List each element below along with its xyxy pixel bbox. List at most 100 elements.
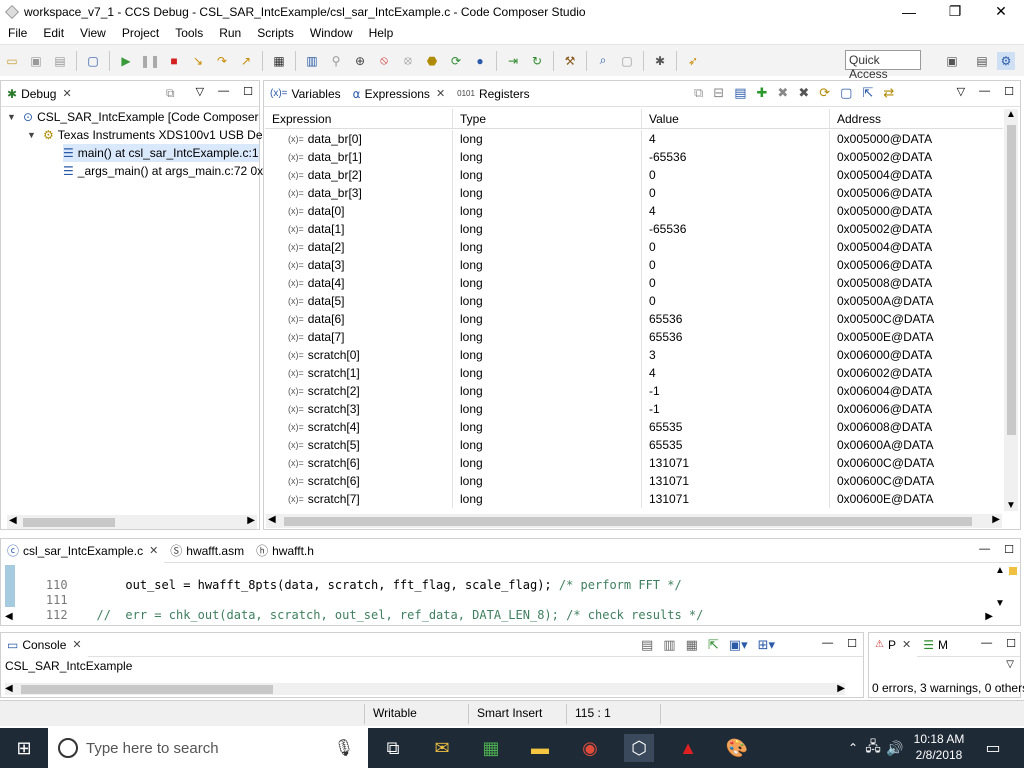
table-row[interactable]: (x)= scratch[2] long -1 0x006004@DATA [265,382,1003,400]
cell-type[interactable]: long [453,436,642,454]
cell-type[interactable]: long [453,454,642,472]
cell-type[interactable]: long [453,490,642,508]
cell-type[interactable]: long [453,472,642,490]
table-row[interactable]: (x)= data[7] long 65536 0x00500E@DATA [265,328,1003,346]
add-expression-icon[interactable]: ✚ [757,85,768,101]
cell-address[interactable]: 0x00600C@DATA [830,472,1003,490]
mail-icon[interactable]: ✉ [427,734,457,762]
cell-type[interactable]: long [453,382,642,400]
save-icon[interactable]: ▣ [27,52,45,70]
reload-icon[interactable]: ⟳ [447,52,465,70]
pin-console-icon[interactable]: ⇱ [708,637,719,653]
step-over-icon[interactable]: ↷ [213,52,231,70]
maximize-icon[interactable]: ☐ [1006,637,1016,650]
cell-type[interactable]: long [453,400,642,418]
tab-variables[interactable]: (x)= Variables [264,82,347,106]
memory-icon[interactable]: ▦ [270,52,288,70]
cell-type[interactable]: long [453,310,642,328]
cell-type[interactable]: long [453,274,642,292]
cell-type[interactable]: long [453,256,642,274]
cell-type[interactable]: long [453,292,642,310]
cell-value[interactable]: 0 [642,238,830,256]
table-row[interactable]: (x)= scratch[0] long 3 0x006000@DATA [265,346,1003,364]
tree-item-target[interactable]: ▼ ⚙ Texas Instruments XDS100v1 USB Deb [27,126,269,144]
sync-icon[interactable]: ⇄ [883,85,894,101]
cell-value[interactable]: 131071 [642,472,830,490]
notification-icon[interactable]: ▭ [978,734,1008,762]
table-row[interactable]: (x)= data[0] long 4 0x005000@DATA [265,202,1003,220]
terminate-icon[interactable]: ■ [165,52,183,70]
cell-address[interactable]: 0x006000@DATA [830,346,1003,364]
new-icon[interactable]: ▭ [3,52,21,70]
cell-type[interactable]: long [453,166,642,184]
cell-value[interactable]: 0 [642,292,830,310]
menu-edit[interactable]: Edit [35,26,72,40]
cell-address[interactable]: 0x005006@DATA [830,256,1003,274]
tab-csl-sar-file[interactable]: ⓒ csl_sar_IntcExample.c ✕ [1,538,165,563]
horizontal-scrollbar[interactable]: ◀ ▶ [5,611,993,623]
tab-hwafft-h[interactable]: ⓗ hwafft.h [250,539,320,563]
cell-value[interactable]: 131071 [642,454,830,472]
close-icon[interactable]: ✕ [149,544,158,557]
cell-expression[interactable]: (x)= data[5] [265,292,453,310]
collapse-arrow-icon[interactable]: ▼ [27,130,37,140]
cell-expression[interactable]: (x)= scratch[1] [265,364,453,382]
cell-expression[interactable]: (x)= data_br[1] [265,148,453,166]
volume-icon[interactable]: 🔊 [880,734,910,762]
cell-type[interactable]: long [453,346,642,364]
cell-address[interactable]: 0x005004@DATA [830,166,1003,184]
disconnect-icon[interactable]: ⚲ [327,52,345,70]
cell-expression[interactable]: (x)= data[7] [265,328,453,346]
view-menu-icon[interactable]: ▽ [196,85,204,98]
cell-address[interactable]: 0x005004@DATA [830,238,1003,256]
cell-address[interactable]: 0x00600E@DATA [830,490,1003,508]
cell-address[interactable]: 0x00500C@DATA [830,310,1003,328]
tab-console[interactable]: ▭ Console ✕ [1,632,88,657]
minimize-icon[interactable]: — [981,637,992,650]
column-header-address[interactable]: Address [830,109,1003,128]
cell-address[interactable]: 0x006002@DATA [830,364,1003,382]
tab-expressions[interactable]: ⍺ Expressions ✕ [346,81,452,106]
cell-address[interactable]: 0x005000@DATA [830,130,1003,148]
view-menu-icon[interactable]: ▽ [957,85,965,98]
table-row[interactable]: (x)= scratch[5] long 65535 0x00600A@DATA [265,436,1003,454]
cell-value[interactable]: 131071 [642,490,830,508]
collapse-arrow-icon[interactable]: ▼ [7,112,17,122]
close-icon[interactable]: ✕ [436,87,445,100]
breakpoint-icon[interactable]: ⦸ [375,52,393,70]
new-icon[interactable]: ▢ [840,85,852,101]
view-icon[interactable]: ▢ [618,52,636,70]
windows-start-icon[interactable]: ⊞ [9,734,39,762]
cell-type[interactable]: long [453,184,642,202]
show-type-icon[interactable]: ⧉ [694,85,703,101]
layout-icon[interactable]: ▤ [734,85,746,101]
close-icon[interactable]: ✕ [902,638,911,651]
table-row[interactable]: (x)= scratch[1] long 4 0x006002@DATA [265,364,1003,382]
cell-value[interactable]: -1 [642,400,830,418]
table-row[interactable]: (x)= scratch[6] long 131071 0x00600C@DATA [265,454,1003,472]
scroll-lock-icon[interactable]: ▥ [663,637,675,653]
tab-registers[interactable]: 0101 Registers [451,82,535,106]
launch-icon[interactable]: ➶ [684,52,702,70]
menu-help[interactable]: Help [361,26,402,40]
table-row[interactable]: (x)= data[1] long -65536 0x005002@DATA [265,220,1003,238]
reset-icon[interactable]: ● [471,52,489,70]
table-row[interactable]: (x)= scratch[3] long -1 0x006006@DATA [265,400,1003,418]
cell-address[interactable]: 0x005002@DATA [830,220,1003,238]
table-row[interactable]: (x)= data_br[1] long -65536 0x005002@DATA [265,148,1003,166]
step-return-icon[interactable]: ↗ [237,52,255,70]
cell-value[interactable]: 3 [642,346,830,364]
maximize-icon[interactable]: ☐ [243,85,253,98]
ccs-debug-perspective-icon[interactable]: ⚙ [997,52,1015,70]
column-header-type[interactable]: Type [453,109,642,128]
collapse-all-icon[interactable]: ⊟ [713,85,724,101]
close-button[interactable]: ✕ [978,0,1024,23]
table-row[interactable]: (x)= data[5] long 0 0x00500A@DATA [265,292,1003,310]
suspend-icon[interactable]: ❚❚ [140,52,160,70]
horizontal-scrollbar[interactable]: ◀ ▶ [266,514,1002,528]
cell-type[interactable]: long [453,418,642,436]
cell-expression[interactable]: (x)= scratch[2] [265,382,453,400]
menu-view[interactable]: View [72,26,114,40]
tree-item-frame-main[interactable]: ☰ main() at csl_sar_IntcExample.c:1 [63,144,259,162]
save-all-icon[interactable]: ▤ [51,52,69,70]
